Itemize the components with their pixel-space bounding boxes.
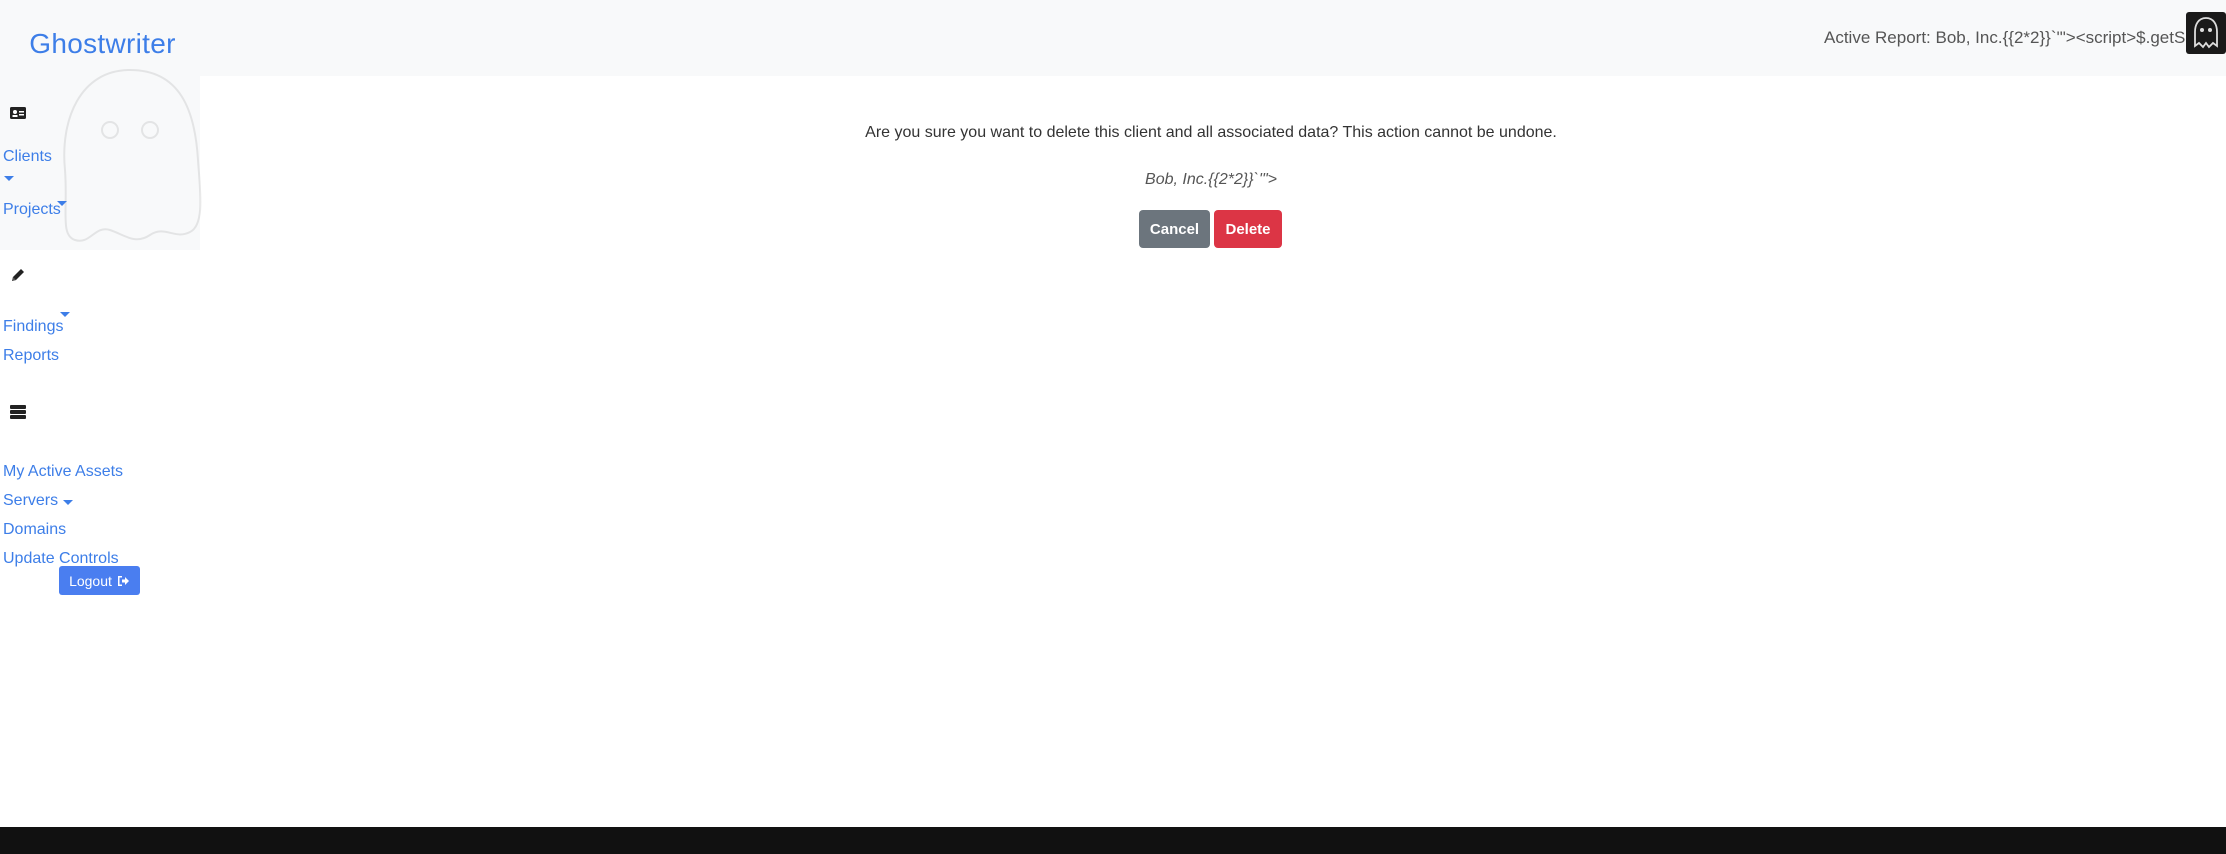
sidebar-item-servers[interactable]: Servers <box>3 492 58 510</box>
cancel-button[interactable]: Cancel <box>1139 210 1210 248</box>
active-report-label[interactable]: Active Report: Bob, Inc.{{2*2}}`'"><scri… <box>1824 28 2226 48</box>
delete-confirmation-message: Are you sure you want to delete this cli… <box>865 124 1557 141</box>
ghost-avatar-icon <box>2194 17 2218 49</box>
delete-button[interactable]: Delete <box>1214 210 1282 248</box>
ghost-watermark-icon <box>63 68 202 242</box>
address-card-icon <box>10 107 26 119</box>
sign-out-icon <box>117 575 129 586</box>
findings-caret-icon[interactable] <box>60 312 70 317</box>
sidebar-item-findings[interactable]: Findings <box>3 318 63 336</box>
footer-bar <box>0 827 2226 854</box>
servers-caret-icon[interactable] <box>63 500 73 505</box>
sidebar-item-reports[interactable]: Reports <box>3 347 59 365</box>
user-avatar[interactable] <box>2186 12 2226 54</box>
logout-button[interactable]: Logout <box>59 566 140 595</box>
delete-target-name: Bob, Inc.{{2*2}}`'"> <box>1145 171 1277 188</box>
sidebar-item-clients[interactable]: Clients <box>3 148 52 166</box>
server-icon <box>10 405 26 419</box>
pencil-icon <box>12 269 24 281</box>
sidebar-item-domains[interactable]: Domains <box>3 521 66 539</box>
sidebar-item-projects[interactable]: Projects <box>3 201 61 219</box>
brand-logo[interactable]: Ghostwriter <box>0 28 205 60</box>
projects-caret-icon[interactable] <box>57 201 67 206</box>
logout-label: Logout <box>69 572 112 589</box>
sidebar-item-my-active-assets[interactable]: My Active Assets <box>3 463 123 481</box>
